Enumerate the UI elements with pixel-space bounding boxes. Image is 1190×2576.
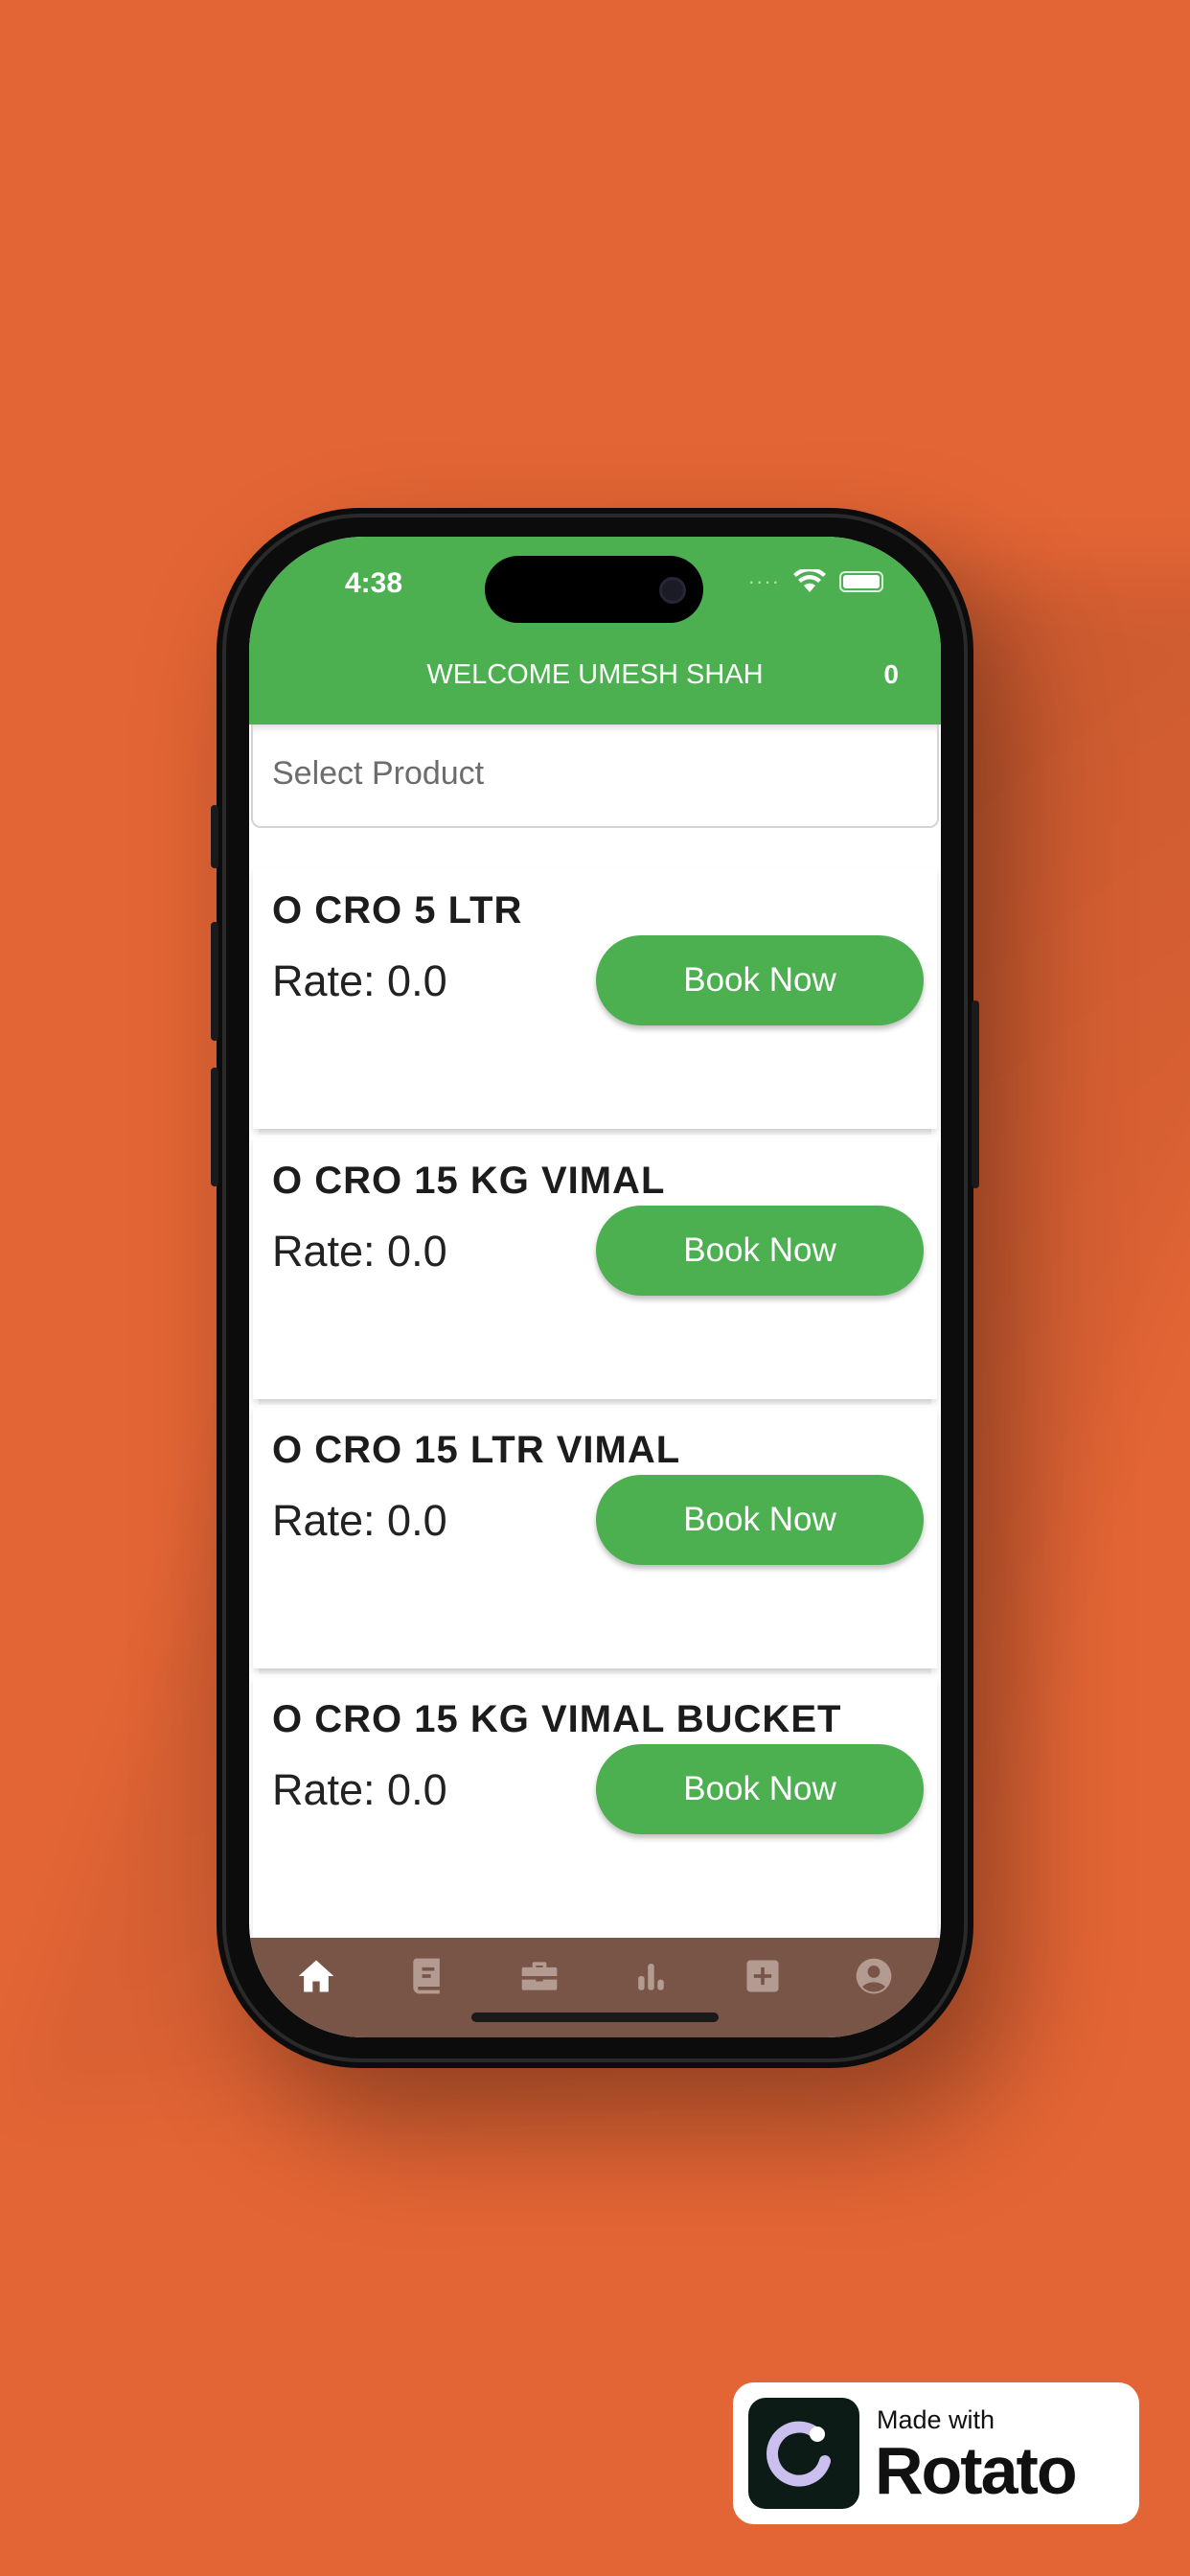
signal-dots-icon: ···· — [747, 569, 780, 593]
select-product-dropdown[interactable]: Select Product — [251, 724, 939, 828]
wifi-icon — [793, 569, 826, 592]
book-now-button[interactable]: Book Now — [596, 1744, 924, 1834]
rotato-logo-icon — [748, 2398, 859, 2509]
tab-add[interactable] — [734, 1947, 791, 2005]
card-divider — [259, 1129, 931, 1135]
product-card: O CRO 15 KG VIMAL BUCKET Rate: 0.0 Book … — [253, 1677, 937, 1938]
select-product-placeholder: Select Product — [272, 755, 485, 792]
book-now-button[interactable]: Book Now — [596, 935, 924, 1025]
battery-icon — [839, 571, 883, 592]
product-rate: Rate: 0.0 — [272, 1227, 447, 1276]
product-card: O CRO 5 LTR Rate: 0.0 Book Now — [253, 868, 937, 1135]
card-divider — [259, 1668, 931, 1674]
status-time: 4:38 — [345, 567, 403, 599]
phone-mute-button — [211, 805, 218, 868]
product-name: O CRO 15 KG VIMAL BUCKET — [272, 1698, 842, 1740]
made-with-rotato-badge[interactable]: Made with Rotato — [733, 2382, 1139, 2524]
phone-volume-up-button — [211, 922, 218, 1041]
card-divider — [259, 1399, 931, 1405]
dynamic-island — [485, 556, 703, 623]
rotato-wordmark: Rotato — [875, 2433, 1078, 2508]
product-rate: Rate: 0.0 — [272, 1496, 447, 1545]
product-name: O CRO 15 LTR VIMAL — [272, 1429, 681, 1471]
product-card: O CRO 15 KG VIMAL Rate: 0.0 Book Now — [253, 1138, 937, 1405]
camera-icon — [659, 577, 686, 604]
book-now-button[interactable]: Book Now — [596, 1206, 924, 1296]
phone-power-button — [972, 1000, 979, 1188]
product-card: O CRO 15 LTR VIMAL Rate: 0.0 Book Now — [253, 1408, 937, 1674]
account-icon — [856, 1958, 892, 1994]
home-indicator[interactable] — [471, 2012, 719, 2022]
tab-reports[interactable] — [622, 1947, 679, 2005]
made-with-label: Made with — [877, 2405, 995, 2434]
status-icons: ···· — [748, 569, 883, 594]
bar-chart-icon — [638, 1964, 664, 1990]
phone-volume-down-button — [211, 1068, 218, 1186]
tab-briefcase[interactable] — [511, 1947, 568, 2005]
book-now-button[interactable]: Book Now — [596, 1475, 924, 1565]
product-rate: Rate: 0.0 — [272, 1765, 447, 1814]
product-name: O CRO 15 KG VIMAL — [272, 1160, 666, 1202]
product-rate: Rate: 0.0 — [272, 956, 447, 1005]
book-icon — [413, 1958, 441, 1994]
product-name: O CRO 5 LTR — [272, 889, 523, 932]
welcome-title: WELCOME UMESH SHAH — [426, 659, 764, 690]
add-box-icon — [746, 1960, 779, 1992]
home-icon — [298, 1960, 334, 1992]
app-header: 4:38 ···· WELCOME UMESH SHAH 0 — [249, 537, 941, 724]
tab-account[interactable] — [845, 1947, 903, 2005]
tab-book[interactable] — [399, 1947, 456, 2005]
tab-home[interactable] — [287, 1947, 345, 2005]
bottom-tab-bar — [249, 1938, 941, 2037]
cart-count-badge[interactable]: 0 — [883, 659, 899, 690]
app-screen: 4:38 ···· WELCOME UMESH SHAH 0 Select Pr… — [249, 537, 941, 2037]
briefcase-icon — [521, 1962, 558, 1990]
